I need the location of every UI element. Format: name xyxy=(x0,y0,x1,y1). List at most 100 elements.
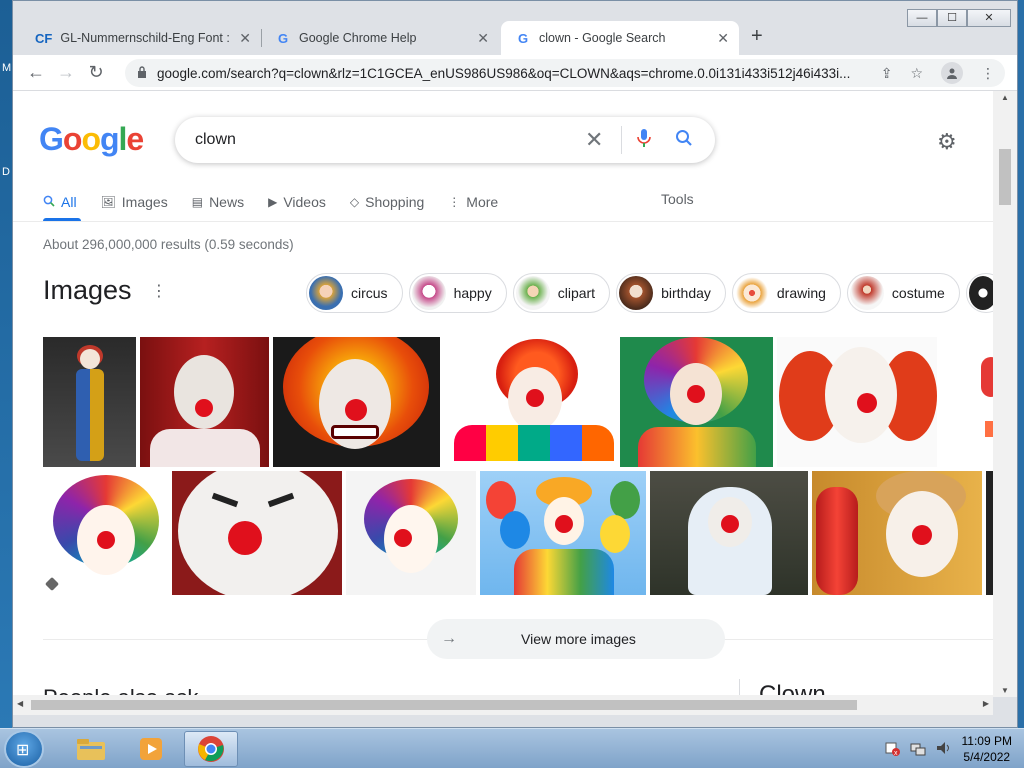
volume-icon[interactable] xyxy=(936,740,952,759)
chip-clipart[interactable]: clipart xyxy=(512,273,611,313)
image-results-row xyxy=(43,471,993,595)
chip-thumbnail xyxy=(309,276,343,310)
address-bar[interactable]: google.com/search?q=clown&rlz=1C1GCEA_en… xyxy=(125,59,1005,87)
back-button[interactable]: ← xyxy=(21,62,51,83)
lock-icon[interactable] xyxy=(137,65,147,81)
desktop-icon-label: M xyxy=(2,62,12,74)
chip-costume[interactable]: costume xyxy=(846,273,960,313)
tab-videos[interactable]: ▶ Videos xyxy=(268,191,326,213)
image-result[interactable] xyxy=(172,471,342,595)
google-logo[interactable]: Google xyxy=(39,121,144,158)
chip-drawing[interactable]: drawing xyxy=(731,273,841,313)
scroll-thumb[interactable] xyxy=(31,700,857,710)
chrome-window: — ☐ ✕ CF GL-Nummernschild-Eng Font : D ✕… xyxy=(12,0,1018,728)
image-result[interactable] xyxy=(650,471,808,595)
google-favicon-icon: G xyxy=(517,30,529,46)
tab-title: Google Chrome Help xyxy=(299,31,417,45)
search-results-page: Google clown ✕ ⚙ ⋮ All 🖼Images ▤News ▶Vi… xyxy=(13,91,993,697)
tab-news[interactable]: ▤ News xyxy=(192,191,244,213)
close-tab-icon[interactable]: ✕ xyxy=(717,30,729,47)
more-icon: ⋮ xyxy=(448,195,461,209)
image-result[interactable] xyxy=(444,337,616,467)
chip-more[interactable] xyxy=(965,273,993,313)
chip-thumbnail xyxy=(411,276,446,310)
windows-logo-icon: ⊞ xyxy=(16,742,30,759)
scroll-up-icon[interactable]: ▲ xyxy=(1001,93,1009,102)
new-tab-button[interactable]: + xyxy=(751,25,763,48)
search-nav-tabs: All 🖼 Images ▤ News ▶ Videos ◇ Shopping ⋮ Mor… xyxy=(43,191,522,213)
chip-happy[interactable]: happy xyxy=(408,273,507,313)
tab-all[interactable]: All xyxy=(43,191,77,213)
images-options-icon[interactable]: ⋮ xyxy=(151,281,167,301)
minimize-button[interactable]: — xyxy=(907,9,937,27)
profile-avatar-icon[interactable] xyxy=(941,62,963,84)
image-result[interactable] xyxy=(812,471,982,595)
media-player-icon[interactable] xyxy=(124,731,178,767)
chip-thumbnail xyxy=(849,276,884,310)
reload-button[interactable]: ↻ xyxy=(81,62,111,83)
scroll-thumb[interactable] xyxy=(999,149,1011,205)
chip-circus[interactable]: circus xyxy=(306,273,403,313)
close-tab-icon[interactable]: ✕ xyxy=(477,30,489,47)
image-result[interactable] xyxy=(273,337,440,467)
settings-gear-icon[interactable]: ⚙ xyxy=(937,129,957,155)
scroll-down-icon[interactable]: ▼ xyxy=(1001,686,1009,695)
tab-chrome-help[interactable]: G Google Chrome Help ✕ xyxy=(263,21,499,55)
tab-more[interactable]: ⋮ More xyxy=(448,191,498,213)
maximize-button[interactable]: ☐ xyxy=(937,9,967,27)
desktop-icon-label: D xyxy=(2,166,10,178)
window-controls: — ☐ ✕ xyxy=(907,9,1011,27)
network-icon[interactable] xyxy=(910,740,926,759)
view-more-images-button[interactable]: → View more images xyxy=(427,619,725,659)
horizontal-scrollbar[interactable]: ◀ ▶ xyxy=(13,695,993,715)
image-result[interactable] xyxy=(620,337,773,467)
tab-clown-search[interactable]: G clown - Google Search ✕ xyxy=(501,21,739,55)
file-explorer-icon[interactable] xyxy=(64,731,118,767)
clock[interactable]: 11:09 PM 5/4/2022 xyxy=(962,733,1012,765)
close-tab-icon[interactable]: ✕ xyxy=(239,30,251,47)
image-result[interactable] xyxy=(480,471,646,595)
browser-toolbar: ← → ↻ google.com/search?q=clown&rlz=1C1G… xyxy=(13,55,1017,91)
image-result[interactable] xyxy=(986,471,993,595)
divider xyxy=(621,126,622,154)
image-result[interactable] xyxy=(941,337,993,467)
tab-shopping[interactable]: ◇ Shopping xyxy=(350,191,424,213)
taskbar: ⊞ x 11:09 PM 5/4/2022 xyxy=(0,728,1024,768)
chip-thumbnail xyxy=(734,276,769,310)
search-icon[interactable] xyxy=(675,129,693,152)
chrome-menu-icon[interactable]: ⋮ xyxy=(981,65,995,82)
clock-date: 5/4/2022 xyxy=(963,750,1011,764)
forward-button[interactable]: → xyxy=(51,62,81,83)
clear-search-icon[interactable]: ✕ xyxy=(585,127,603,153)
image-result[interactable] xyxy=(346,471,476,595)
image-result[interactable] xyxy=(140,337,269,467)
image-filter-chips: circus happy clipart birthday drawing co… xyxy=(306,273,993,313)
system-tray: x 11:09 PM 5/4/2022 xyxy=(884,733,1012,765)
microphone-icon[interactable] xyxy=(637,128,651,153)
apps-menu-icon[interactable]: ⋮ xyxy=(985,129,993,154)
tab-images[interactable]: 🖼 Images xyxy=(101,191,168,213)
tag-icon: ◇ xyxy=(349,195,360,209)
action-center-icon[interactable]: x xyxy=(884,740,900,759)
tab-font[interactable]: CF GL-Nummernschild-Eng Font : D ✕ xyxy=(23,21,261,55)
close-window-button[interactable]: ✕ xyxy=(967,9,1011,27)
image-result[interactable] xyxy=(43,337,136,467)
image-icon: 🖼 xyxy=(100,195,116,209)
url-text[interactable]: google.com/search?q=clown&rlz=1C1GCEA_en… xyxy=(157,66,857,81)
image-result[interactable] xyxy=(777,337,937,467)
tools-button[interactable]: Tools xyxy=(661,191,694,207)
bookmark-star-icon[interactable]: ☆ xyxy=(910,65,923,82)
scroll-right-icon[interactable]: ▶ xyxy=(983,699,989,708)
chrome-taskbar-icon[interactable] xyxy=(184,731,238,767)
image-results-row xyxy=(43,337,993,467)
divider xyxy=(13,221,993,222)
search-query[interactable]: clown xyxy=(195,131,236,149)
share-icon[interactable]: ⇪ xyxy=(881,65,893,82)
scroll-left-icon[interactable]: ◀ xyxy=(17,699,23,708)
image-result[interactable] xyxy=(43,471,168,595)
chip-birthday[interactable]: birthday xyxy=(616,273,726,313)
chip-thumbnail xyxy=(619,276,654,310)
vertical-scrollbar[interactable]: ▲ ▼ xyxy=(993,91,1017,697)
start-button[interactable]: ⊞ xyxy=(4,730,44,768)
search-box[interactable]: clown ✕ xyxy=(175,117,715,163)
